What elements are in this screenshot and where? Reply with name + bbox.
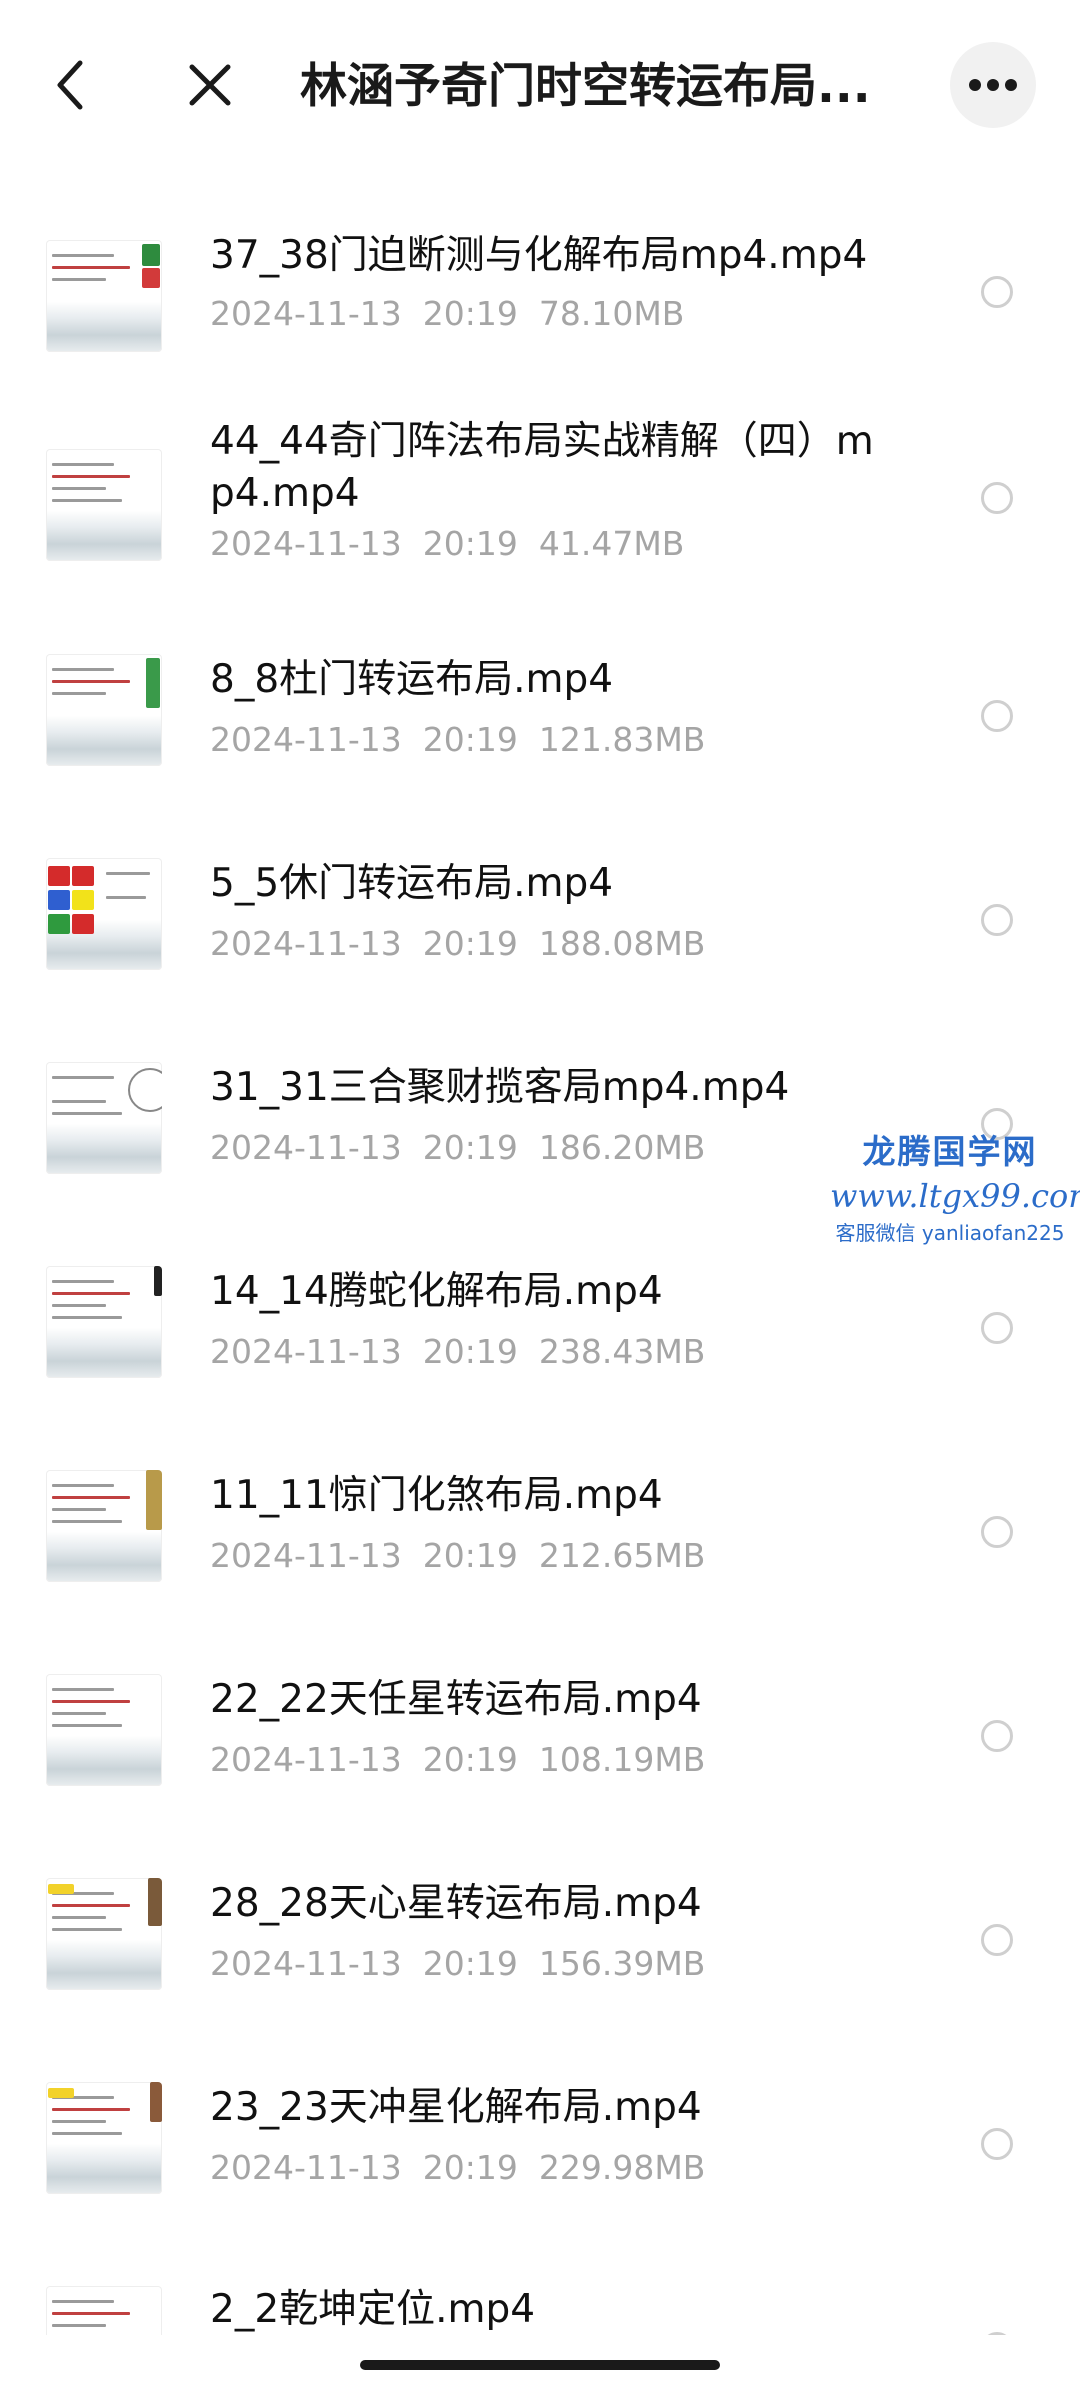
file-time: 20:19 <box>422 1128 518 1167</box>
file-name: 8_8杜门转运布局.mp4 <box>210 657 614 702</box>
video-thumbnail <box>46 240 162 352</box>
file-name: 14_14腾蛇化解布局.mp4 <box>210 1269 663 1314</box>
watermark-contact: 客服微信 yanliaofan225 <box>835 1221 1065 1245</box>
video-thumbnail <box>46 1674 162 1786</box>
file-name: 22_22天任星转运布局.mp4 <box>210 1677 702 1722</box>
file-meta: 2024-11-13 20:19 212.65MB <box>210 1534 705 1578</box>
select-radio[interactable] <box>981 1312 1013 1344</box>
video-thumbnail <box>46 2082 162 2194</box>
video-thumbnail <box>46 449 162 561</box>
file-time: 20:19 <box>422 294 518 333</box>
home-indicator[interactable] <box>360 2360 720 2370</box>
file-item[interactable]: 44_44奇门阵法布局实战精解（四）mp4.mp4 2024-11-13 20:… <box>0 404 1080 624</box>
file-date: 2024-11-13 <box>210 1128 402 1167</box>
file-time: 20:19 <box>422 924 518 963</box>
file-date: 2024-11-13 <box>210 1332 402 1371</box>
file-item[interactable]: 23_23天冲星化解布局.mp4 2024-11-13 20:19 229.98… <box>0 2052 1080 2256</box>
file-time: 20:19 <box>422 1944 518 1983</box>
video-thumbnail <box>46 654 162 766</box>
file-item[interactable]: 22_22天任星转运布局.mp4 2024-11-13 20:19 108.19… <box>0 1644 1080 1848</box>
file-date: 2024-11-13 <box>210 720 402 759</box>
watermark: 龙腾国学网 www.ltgx99.com 客服微信 yanliaofan225 <box>830 1130 1080 1248</box>
video-thumbnail <box>46 1062 162 1174</box>
file-name: 44_44奇门阵法布局实战精解（四）mp4.mp4 <box>210 419 874 516</box>
file-item[interactable]: 14_14腾蛇化解布局.mp4 2024-11-13 20:19 238.43M… <box>0 1236 1080 1440</box>
watermark-url: www.ltgx99.com <box>830 1177 1080 1215</box>
file-date: 2024-11-13 <box>210 524 402 563</box>
select-radio[interactable] <box>981 1516 1013 1548</box>
select-radio[interactable] <box>981 1720 1013 1752</box>
video-thumbnail <box>46 858 162 970</box>
file-meta: 2024-11-13 20:19 156.39MB <box>210 1942 705 1986</box>
file-meta: 2024-11-13 20:19 188.08MB <box>210 922 705 966</box>
file-name: 5_5休门转运布局.mp4 <box>210 861 614 906</box>
file-meta: 2024-11-13 20:19 41.47MB <box>210 522 684 566</box>
file-meta: 2024-11-13 20:19 121.83MB <box>210 718 705 762</box>
back-button[interactable] <box>40 45 100 125</box>
file-time: 20:19 <box>422 720 518 759</box>
file-name: 31_31三合聚财揽客局mp4.mp4 <box>210 1065 790 1110</box>
file-item[interactable]: 11_11惊门化煞布局.mp4 2024-11-13 20:19 212.65M… <box>0 1440 1080 1644</box>
file-date: 2024-11-13 <box>210 924 402 963</box>
file-name: 23_23天冲星化解布局.mp4 <box>210 2085 702 2130</box>
file-size: 229.98MB <box>538 2148 706 2187</box>
file-item[interactable]: 8_8杜门转运布局.mp4 2024-11-13 20:19 121.83MB <box>0 624 1080 828</box>
file-size: 186.20MB <box>538 1128 706 1167</box>
file-date: 2024-11-13 <box>210 1944 402 1983</box>
select-radio[interactable] <box>981 700 1013 732</box>
page-title: 林涵予奇门时空转运布局... <box>300 59 871 114</box>
file-name: 37_38门迫断测与化解布局mp4.mp4 <box>210 233 868 278</box>
video-thumbnail <box>46 1878 162 1990</box>
file-meta: 2024-11-13 20:19 186.20MB <box>210 1126 705 1170</box>
file-meta: 2024-11-13 20:19 229.98MB <box>210 2146 705 2190</box>
file-name: 2_2乾坤定位.mp4 <box>210 2287 536 2332</box>
file-list[interactable]: 37_38门迫断测与化解布局mp4.mp4 2024-11-13 20:19 7… <box>0 170 1080 2335</box>
file-item[interactable]: 5_5休门转运布局.mp4 2024-11-13 20:19 188.08MB <box>0 828 1080 1032</box>
file-size: 78.10MB <box>538 294 685 333</box>
file-size: 156.39MB <box>538 1944 706 1983</box>
file-size: 41.47MB <box>538 524 685 563</box>
file-time: 20:19 <box>422 2148 518 2187</box>
file-item[interactable]: 28_28天心星转运布局.mp4 2024-11-13 20:19 156.39… <box>0 1848 1080 2052</box>
video-thumbnail <box>46 1470 162 1582</box>
video-thumbnail <box>46 1266 162 1378</box>
file-meta: 2024-11-13 20:19 78.10MB <box>210 292 684 336</box>
file-item[interactable]: 2_2乾坤定位.mp4 <box>0 2256 1080 2335</box>
file-meta: 2024-11-13 20:19 238.43MB <box>210 1330 705 1374</box>
select-radio[interactable] <box>981 2128 1013 2160</box>
watermark-title: 龙腾国学网 <box>862 1132 1038 1171</box>
file-date: 2024-11-13 <box>210 294 402 333</box>
more-horizontal-icon <box>969 79 1017 91</box>
close-button[interactable] <box>172 45 248 125</box>
file-time: 20:19 <box>422 1332 518 1371</box>
file-meta: 2024-11-13 20:19 108.19MB <box>210 1738 705 1782</box>
select-radio[interactable] <box>981 276 1013 308</box>
video-thumbnail <box>46 2286 162 2335</box>
file-size: 212.65MB <box>538 1536 706 1575</box>
file-size: 238.43MB <box>538 1332 706 1371</box>
file-date: 2024-11-13 <box>210 1740 402 1779</box>
select-radio[interactable] <box>981 2332 1013 2335</box>
file-name: 28_28天心星转运布局.mp4 <box>210 1881 702 1926</box>
more-button[interactable] <box>950 42 1036 128</box>
select-radio[interactable] <box>981 904 1013 936</box>
select-radio[interactable] <box>981 1924 1013 1956</box>
chevron-left-icon <box>57 60 83 110</box>
file-size: 188.08MB <box>538 924 706 963</box>
file-size: 108.19MB <box>538 1740 706 1779</box>
file-date: 2024-11-13 <box>210 1536 402 1575</box>
file-time: 20:19 <box>422 1536 518 1575</box>
file-time: 20:19 <box>422 1740 518 1779</box>
file-size: 121.83MB <box>538 720 706 759</box>
file-date: 2024-11-13 <box>210 2148 402 2187</box>
file-item[interactable]: 37_38门迫断测与化解布局mp4.mp4 2024-11-13 20:19 7… <box>0 200 1080 404</box>
file-time: 20:19 <box>422 524 518 563</box>
top-bar: 林涵予奇门时空转运布局... <box>0 0 1080 170</box>
file-name: 11_11惊门化煞布局.mp4 <box>210 1473 663 1518</box>
select-radio[interactable] <box>981 482 1013 514</box>
close-icon <box>189 64 231 106</box>
